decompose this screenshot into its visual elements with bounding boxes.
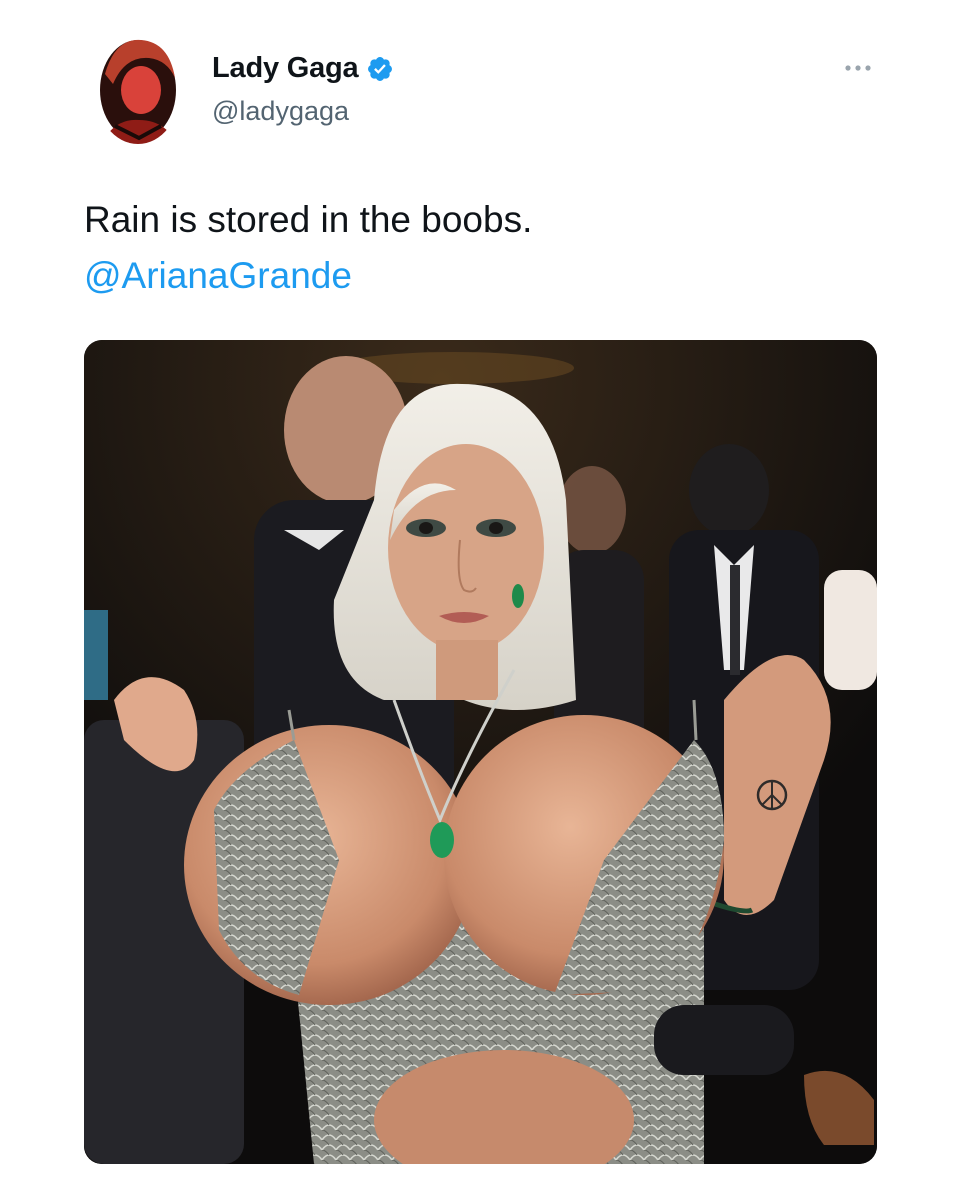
tweet-card[interactable]: Lady Gaga @ladygaga Rain is stored in th… xyxy=(0,0,960,1200)
author-avatar[interactable] xyxy=(95,34,181,144)
author-name-row[interactable]: Lady Gaga xyxy=(212,52,394,85)
avatar-photo xyxy=(95,34,181,144)
author-handle[interactable]: @ladygaga xyxy=(212,96,349,127)
verified-badge-icon xyxy=(368,56,393,81)
mention-link[interactable]: @ArianaGrande xyxy=(84,248,532,304)
tweet-text: Rain is stored in the boobs. @ArianaGran… xyxy=(84,192,532,304)
photo-illustration xyxy=(84,340,877,1164)
author-display-name[interactable]: Lady Gaga xyxy=(212,52,359,85)
more-options-icon[interactable] xyxy=(840,56,876,80)
tweet-body: Rain is stored in the boobs. xyxy=(84,199,533,240)
tweet-media-photo[interactable] xyxy=(84,340,877,1164)
